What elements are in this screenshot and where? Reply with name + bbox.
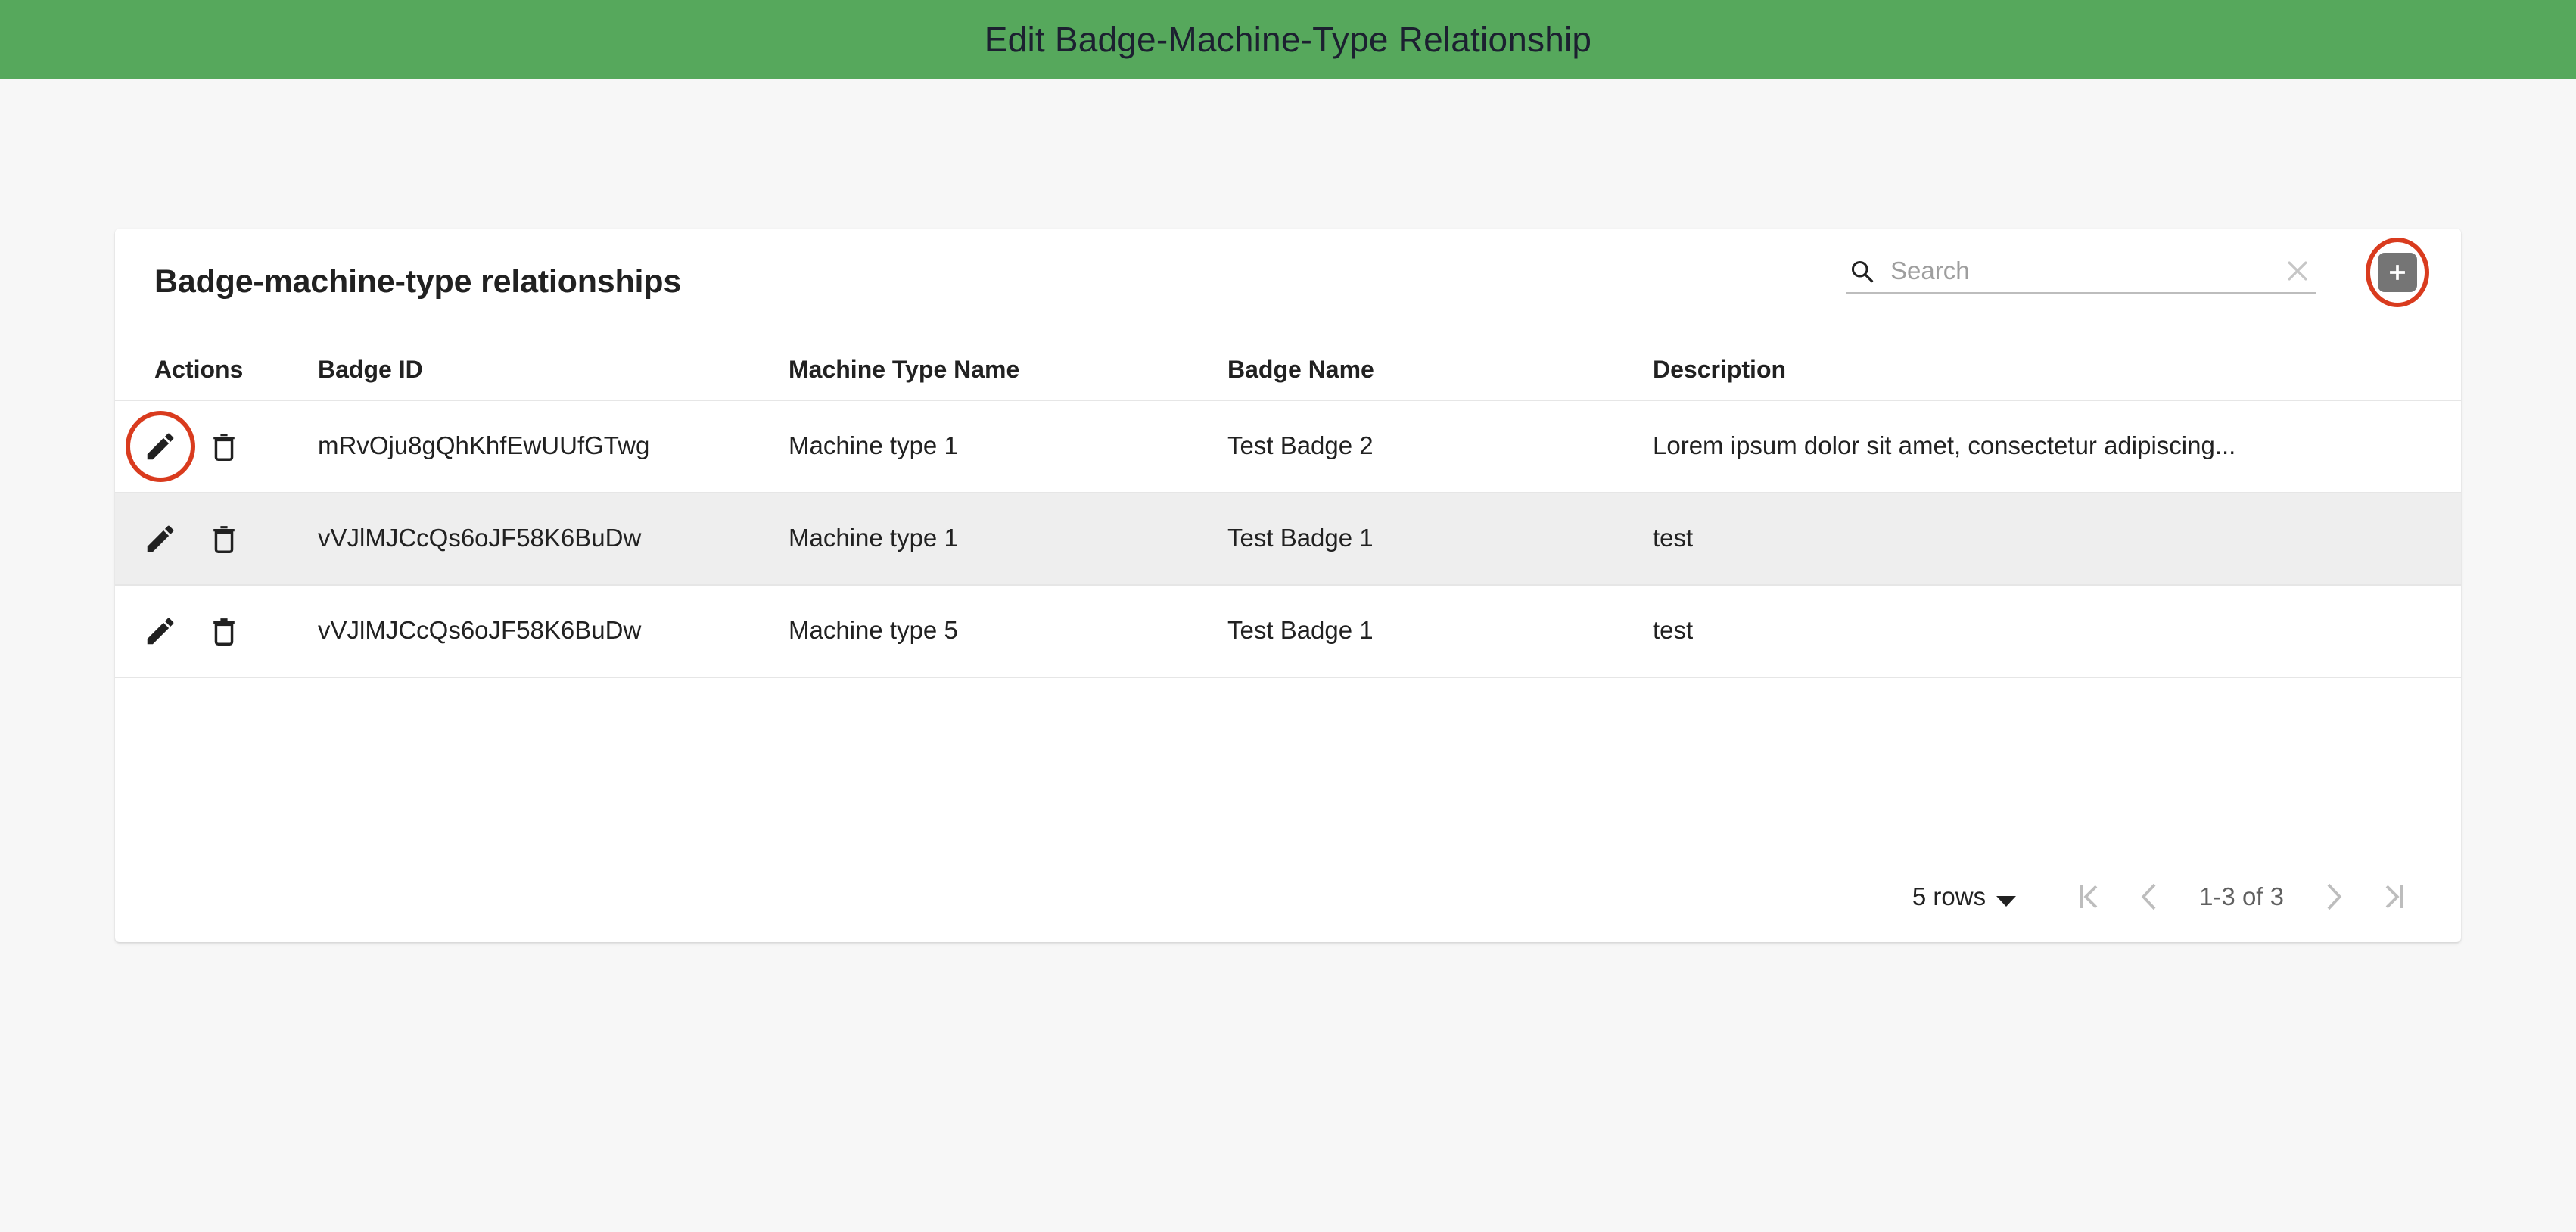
relationships-table: Actions Badge ID Machine Type Name Badge… xyxy=(115,336,2461,678)
cell-badge-id: vVJlMJCcQs6oJF58K6BuDw xyxy=(318,524,642,552)
chevron-right-icon xyxy=(2327,883,2342,910)
column-header-description: Description xyxy=(1653,356,1787,383)
column-header-actions: Actions xyxy=(154,356,244,383)
delete-row-button[interactable] xyxy=(206,521,242,557)
trash-icon xyxy=(213,618,235,646)
card-title: Badge-machine-type relationships xyxy=(154,263,682,300)
first-page-icon xyxy=(2080,885,2098,909)
cell-description: test xyxy=(1653,616,1694,644)
pencil-icon xyxy=(147,618,174,645)
add-relationship-control xyxy=(2366,238,2429,307)
pencil-icon xyxy=(147,433,174,460)
chevron-down-icon xyxy=(1996,896,2017,907)
cell-badge-name: Test Badge 2 xyxy=(1227,431,1374,459)
page-range-label: 1-3 of 3 xyxy=(2199,882,2284,910)
rows-per-page-label: 5 rows xyxy=(1912,882,1986,910)
table-row[interactable]: vVJlMJCcQs6oJF58K6BuDw Machine type 5 Te… xyxy=(115,586,2461,678)
cell-badge-id: mRvOju8gQhKhfEwUUfGTwg xyxy=(318,431,650,459)
row-actions xyxy=(142,493,242,584)
next-page-button[interactable] xyxy=(2304,866,2364,927)
column-header-machine-type-name: Machine Type Name xyxy=(789,356,1020,383)
close-icon[interactable] xyxy=(2282,256,2313,286)
app-banner: Edit Badge-Machine-Type Relationship xyxy=(0,0,2576,79)
cell-badge-id: vVJlMJCcQs6oJF58K6BuDw xyxy=(318,616,642,644)
cell-badge-name: Test Badge 1 xyxy=(1227,616,1374,644)
relationships-card: Badge-machine-type relationships Actions… xyxy=(115,229,2461,942)
table-row[interactable]: mRvOju8gQhKhfEwUUfGTwg Machine type 1 Te… xyxy=(115,401,2461,493)
cell-machine-type-name: Machine type 1 xyxy=(789,431,958,459)
cell-badge-name: Test Badge 1 xyxy=(1227,524,1374,552)
trash-icon xyxy=(213,526,235,553)
previous-page-button[interactable] xyxy=(2119,866,2179,927)
search-input[interactable] xyxy=(1890,255,2282,287)
cell-description: test xyxy=(1653,524,1694,552)
table-header-row: Actions Badge ID Machine Type Name Badge… xyxy=(115,336,2461,401)
delete-row-button[interactable] xyxy=(206,613,242,649)
column-header-badge-name: Badge Name xyxy=(1227,356,1374,383)
row-actions xyxy=(126,401,242,492)
edit-row-button[interactable] xyxy=(126,411,195,482)
page-title: Edit Badge-Machine-Type Relationship xyxy=(984,20,1592,59)
add-relationship-button[interactable] xyxy=(2378,253,2417,292)
delete-row-button[interactable] xyxy=(206,428,242,465)
last-page-button[interactable] xyxy=(2364,866,2425,927)
cell-description: Lorem ipsum dolor sit amet, consectetur … xyxy=(1653,431,2236,459)
plus-icon xyxy=(2390,265,2405,280)
cell-machine-type-name: Machine type 5 xyxy=(789,616,958,644)
edit-row-button[interactable] xyxy=(142,613,179,649)
last-page-icon xyxy=(2385,885,2403,909)
rows-per-page-select[interactable]: 5 rows xyxy=(1912,882,2017,911)
column-header-badge-id: Badge ID xyxy=(318,356,423,383)
chevron-left-icon xyxy=(2141,883,2156,910)
table-row[interactable]: vVJlMJCcQs6oJF58K6BuDw Machine type 1 Te… xyxy=(115,493,2461,586)
pencil-icon xyxy=(147,525,174,552)
search-icon xyxy=(1851,260,1874,283)
paginator: 5 rows 1-3 of 3 xyxy=(115,851,2461,942)
trash-icon xyxy=(213,434,235,461)
edit-row-button[interactable] xyxy=(142,521,179,557)
cell-machine-type-name: Machine type 1 xyxy=(789,524,958,552)
search-field xyxy=(1846,250,2316,297)
first-page-button[interactable] xyxy=(2058,866,2119,927)
row-actions xyxy=(142,586,242,677)
search-box xyxy=(1846,250,2316,294)
